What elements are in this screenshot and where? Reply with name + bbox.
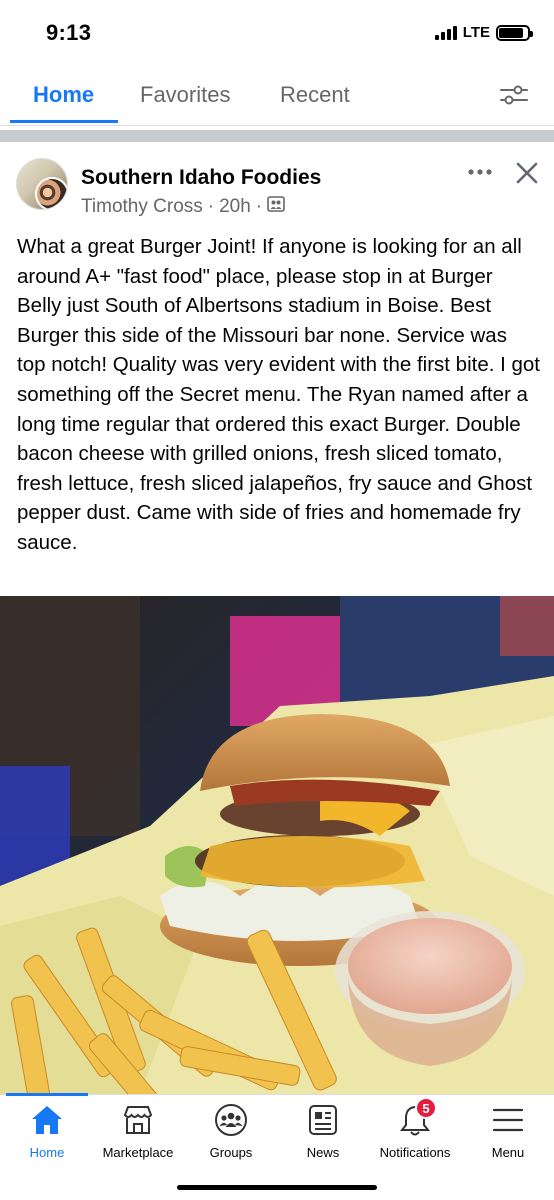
marketplace-icon [120, 1103, 156, 1137]
nav-label: Menu [491, 1145, 525, 1160]
notification-badge: 5 [415, 1097, 437, 1119]
battery-icon [496, 24, 533, 41]
status-bar: 9:13 LTE [0, 0, 554, 66]
tab-favorites[interactable]: Favorites [140, 82, 230, 108]
post-meta: Timothy Cross · 20h · [81, 196, 285, 218]
nav-marketplace[interactable]: Marketplace [92, 1095, 184, 1175]
more-options-icon[interactable] [466, 162, 494, 182]
nav-label: Groups [209, 1145, 253, 1160]
group-avatar[interactable] [16, 158, 68, 210]
battery-level [499, 27, 523, 38]
feed-tabs: Home Favorites Recent [0, 66, 554, 126]
nav-home[interactable]: Home [6, 1095, 88, 1175]
author-name[interactable]: Timothy Cross [81, 196, 203, 218]
nav-groups[interactable]: Groups [188, 1095, 274, 1175]
tab-recent[interactable]: Recent [280, 82, 350, 108]
post-text: What a great Burger Joint! If anyone is … [17, 235, 541, 554]
active-tab-indicator [10, 120, 118, 123]
meta-separator: · [207, 196, 215, 217]
bell-icon: 5 [397, 1097, 437, 1137]
post-photo[interactable] [0, 596, 554, 1094]
nav-label: Marketplace [102, 1145, 174, 1160]
nav-menu[interactable]: Menu [466, 1095, 550, 1175]
signal-icon [434, 25, 457, 40]
status-indicators: LTE [434, 24, 533, 41]
post-time[interactable]: 20h [219, 196, 251, 218]
group-name[interactable]: Southern Idaho Foodies [81, 166, 321, 190]
menu-icon [490, 1103, 526, 1137]
feed-divider [0, 130, 554, 142]
nav-label: News [306, 1145, 340, 1160]
sliders-icon[interactable] [498, 80, 530, 110]
author-avatar[interactable] [35, 177, 67, 209]
home-indicator [177, 1185, 377, 1190]
nav-label: Notifications [379, 1145, 451, 1160]
nav-notifications[interactable]: 5 Notifications [370, 1095, 460, 1175]
meta-separator: · [255, 196, 263, 217]
status-time: 9:13 [46, 20, 92, 45]
group-icon [267, 196, 285, 218]
tab-home[interactable]: Home [33, 82, 94, 108]
home-icon [29, 1103, 65, 1137]
network-label: LTE [462, 24, 490, 41]
nav-news[interactable]: News [280, 1095, 366, 1175]
nav-label: Home [29, 1145, 65, 1160]
groups-icon [213, 1103, 249, 1137]
close-icon[interactable] [512, 158, 542, 188]
news-icon [305, 1103, 341, 1137]
